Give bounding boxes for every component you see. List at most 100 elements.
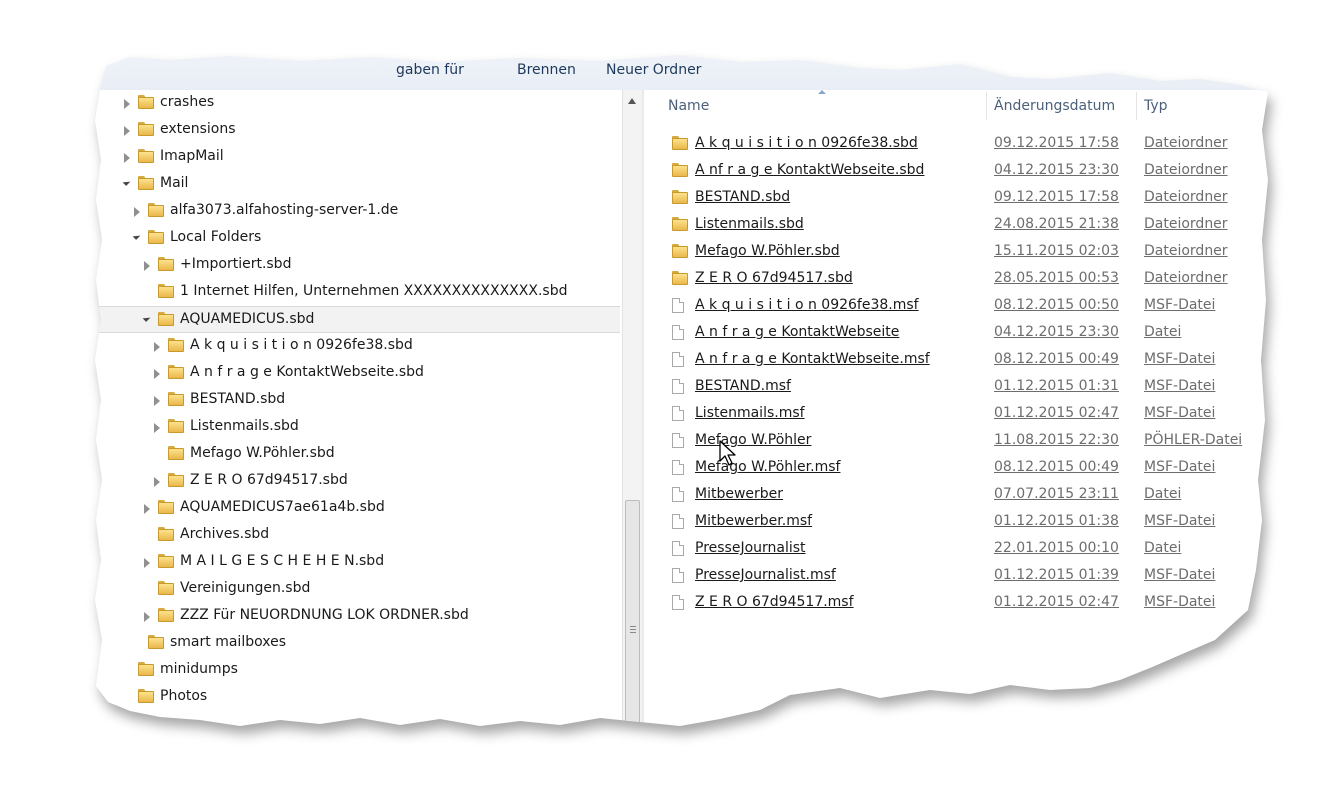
tree-item-label: Archives.sbd <box>180 526 270 542</box>
collapsed-arrow-icon[interactable] <box>124 126 130 136</box>
collapsed-arrow-icon[interactable] <box>124 99 130 109</box>
file-row[interactable]: BESTAND.msf 01.12.2015 01:31 MSF-Datei <box>644 374 1268 401</box>
file-name[interactable]: BESTAND.msf <box>695 378 791 394</box>
tree-item[interactable]: Mefago W.Pöhler.sbd <box>95 441 620 468</box>
file-name[interactable]: Listenmails.sbd <box>695 216 804 232</box>
tree-item[interactable]: smart mailboxes <box>95 630 620 657</box>
tree-item[interactable]: AQUAMEDICUS7ae61a4b.sbd <box>95 495 620 522</box>
folder-icon <box>168 338 184 352</box>
tree-item[interactable]: Local Folders <box>95 225 620 252</box>
file-row[interactable]: A k q u i s i t i o n 0926fe38.msf 08.12.… <box>644 293 1268 320</box>
tree-item[interactable]: Mail <box>95 171 620 198</box>
collapsed-arrow-icon[interactable] <box>154 342 160 352</box>
tree-item[interactable]: BESTAND.sbd <box>95 387 620 414</box>
collapsed-arrow-icon[interactable] <box>154 369 160 379</box>
file-row[interactable]: A nf r a g e KontaktWebseite.sbd 04.12.20… <box>644 158 1268 185</box>
expanded-arrow-icon[interactable] <box>142 314 151 322</box>
tree-item[interactable]: crashes <box>95 90 620 117</box>
tree-item[interactable]: Listenmails.sbd <box>95 414 620 441</box>
expanded-arrow-icon[interactable] <box>132 232 141 240</box>
scroll-thumb[interactable] <box>625 500 640 726</box>
file-name[interactable]: Mefago W.Pöhler.sbd <box>695 243 840 259</box>
tree-item[interactable]: Archives.sbd <box>95 522 620 549</box>
column-header-date[interactable]: Änderungsdatum <box>994 98 1115 114</box>
tree-item[interactable]: ImapMail <box>95 144 620 171</box>
tree-item[interactable]: alfa3073.alfahosting-server-1.de <box>95 198 620 225</box>
file-row[interactable]: A n f r a g e KontaktWebseite.msf 08.12.2… <box>644 347 1268 374</box>
file-date: 09.12.2015 17:58 <box>994 189 1119 205</box>
tree-item[interactable]: Photos <box>95 684 620 711</box>
collapsed-arrow-icon[interactable] <box>144 261 150 271</box>
file-row[interactable]: Mefago W.Pöhler.sbd 15.11.2015 02:03 Datei… <box>644 239 1268 266</box>
file-row[interactable]: Mitbewerber 07.07.2015 23:11 Datei <box>644 482 1268 509</box>
column-header-name[interactable]: Name <box>668 98 709 114</box>
file-row[interactable]: Z E R O 67d94517.sbd 28.05.2015 00:53 Date… <box>644 266 1268 293</box>
folder-icon <box>168 365 184 379</box>
scroll-up-arrow-icon[interactable] <box>628 98 636 104</box>
file-name[interactable]: Mefago W.Pöhler.msf <box>695 459 840 475</box>
collapsed-arrow-icon[interactable] <box>144 612 150 622</box>
file-name[interactable]: Z E R O 67d94517.sbd <box>695 270 853 286</box>
file-row[interactable]: BESTAND.sbd 09.12.2015 17:58 Dateiordner <box>644 185 1268 212</box>
file-name[interactable]: PresseJournalist.msf <box>695 567 836 583</box>
file-row[interactable]: A k q u i s i t i o n 0926fe38.sbd 09.12.… <box>644 131 1268 158</box>
collapsed-arrow-icon[interactable] <box>144 504 150 514</box>
burn-button[interactable]: Brennen <box>517 62 576 78</box>
file-name[interactable]: A nf r a g e KontaktWebseite.sbd <box>695 162 924 178</box>
file-row[interactable]: Listenmails.sbd 24.08.2015 21:38 Dateiordn… <box>644 212 1268 239</box>
file-row[interactable]: PresseJournalist 22.01.2015 00:10 Datei <box>644 536 1268 563</box>
collapsed-arrow-icon[interactable] <box>144 558 150 568</box>
tree-item[interactable]: ZZZ Für NEUORDNUNG LOK ORDNER.sbd <box>95 603 620 630</box>
folder-icon <box>138 662 154 676</box>
tree-item[interactable]: A k q u i s i t i o n 0926fe38.sbd <box>95 333 620 360</box>
file-name[interactable]: A n f r a g e KontaktWebseite.msf <box>695 351 930 367</box>
grip-icon <box>630 626 636 627</box>
file-type: MSF-Datei <box>1144 567 1216 583</box>
file-name[interactable]: PresseJournalist <box>695 540 806 556</box>
share-with-button[interactable]: gaben für <box>396 62 464 78</box>
file-name[interactable]: Listenmails.msf <box>695 405 805 421</box>
tree-item-label: M A I L G E S C H E H E N.sbd <box>180 553 385 569</box>
new-folder-button[interactable]: Neuer Ordner <box>606 62 701 78</box>
file-icon <box>672 568 684 583</box>
tree-item[interactable]: Z E R O 67d94517.sbd <box>95 468 620 495</box>
file-row[interactable]: A n f r a g e KontaktWebseite 04.12.2015 … <box>644 320 1268 347</box>
tree-item[interactable]: +Importiert.sbd <box>95 252 620 279</box>
tree-item[interactable]: A n f r a g e KontaktWebseite.sbd <box>95 360 620 387</box>
collapsed-arrow-icon[interactable] <box>154 396 160 406</box>
file-name[interactable]: BESTAND.sbd <box>695 189 790 205</box>
folder-icon <box>168 392 184 406</box>
collapsed-arrow-icon[interactable] <box>134 207 140 217</box>
column-header-type[interactable]: Typ <box>1144 98 1168 114</box>
tree-item[interactable]: extensions <box>95 117 620 144</box>
file-name[interactable]: A k q u i s i t i o n 0926fe38.sbd <box>695 135 918 151</box>
file-row[interactable]: Mitbewerber.msf 01.12.2015 01:38 MSF-Datei <box>644 509 1268 536</box>
tree-item-label: A n f r a g e KontaktWebseite.sbd <box>190 364 424 380</box>
file-name[interactable]: Mitbewerber <box>695 486 783 502</box>
file-name[interactable]: A k q u i s i t i o n 0926fe38.msf <box>695 297 919 313</box>
collapsed-arrow-icon[interactable] <box>154 423 160 433</box>
tree-item[interactable]: Vereinigungen.sbd <box>95 576 620 603</box>
file-row[interactable]: Listenmails.msf 01.12.2015 02:47 MSF-Datei <box>644 401 1268 428</box>
file-name[interactable]: Mefago W.Pöhler <box>695 432 811 448</box>
file-name[interactable]: Z E R O 67d94517.msf <box>695 594 854 610</box>
tree-item[interactable]: M A I L G E S C H E H E N.sbd <box>95 549 620 576</box>
file-row[interactable]: Mefago W.Pöhler 11.08.2015 22:30 PÖHLER-Da… <box>644 428 1268 455</box>
file-row[interactable]: PresseJournalist.msf 01.12.2015 01:39 MSF-… <box>644 563 1268 590</box>
file-row[interactable]: Mefago W.Pöhler.msf 08.12.2015 00:49 MSF-D… <box>644 455 1268 482</box>
column-separator[interactable] <box>986 92 987 120</box>
tree-item[interactable]: 1 Internet Hilfen, Unternehmen XXXXXXXXX… <box>95 279 620 306</box>
tree-item[interactable]: minidumps <box>95 657 620 684</box>
navigation-scrollbar[interactable] <box>622 90 643 726</box>
expanded-arrow-icon[interactable] <box>122 178 131 186</box>
file-icon <box>672 514 684 529</box>
file-row[interactable]: Z E R O 67d94517.msf 01.12.2015 02:47 MSF-… <box>644 590 1268 617</box>
collapsed-arrow-icon[interactable] <box>124 153 130 163</box>
collapsed-arrow-icon[interactable] <box>154 477 160 487</box>
tree-item[interactable]: AQUAMEDICUS.sbd <box>95 306 620 333</box>
command-bar: gaben für Brennen Neuer Ordner <box>95 55 1268 91</box>
file-name[interactable]: A n f r a g e KontaktWebseite <box>695 324 899 340</box>
column-separator[interactable] <box>1136 92 1137 120</box>
folder-icon <box>168 473 184 487</box>
file-name[interactable]: Mitbewerber.msf <box>695 513 812 529</box>
